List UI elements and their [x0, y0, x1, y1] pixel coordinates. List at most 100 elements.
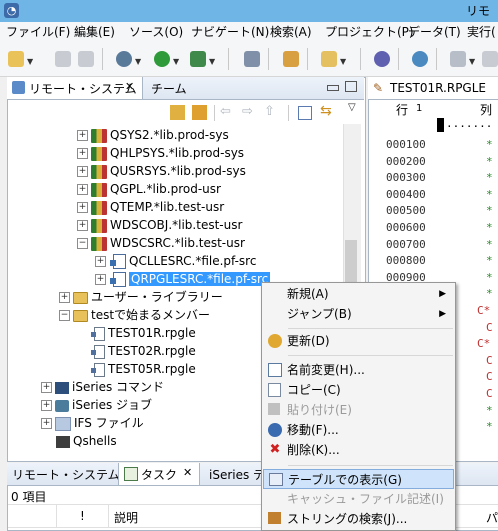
menu-file[interactable]: ファイル(F) — [6, 24, 70, 40]
sync-icon[interactable] — [192, 105, 207, 120]
chevron-down-icon[interactable]: ▼ — [340, 57, 346, 66]
pen-icon[interactable] — [283, 51, 299, 67]
expand-icon[interactable]: + — [77, 148, 88, 159]
menu-item-search-string[interactable]: ストリングの検索(J)... — [263, 509, 454, 529]
task-icon[interactable] — [244, 51, 260, 67]
tree-item[interactable]: + QTEMP.*lib.test-usr — [77, 198, 224, 216]
menu-item-cache-file-description[interactable]: キャッシュ・ファイル記述(I) — [263, 489, 454, 509]
chevron-down-icon[interactable]: ▼ — [469, 57, 475, 66]
menu-search[interactable]: 検索(A) — [270, 24, 312, 40]
close-icon[interactable]: ✕ — [183, 466, 192, 479]
menu-item-jump[interactable]: ジャンプ(B) ▶ — [263, 304, 454, 324]
menu-item-show-in-table[interactable]: テーブルでの表示(G) — [263, 469, 454, 489]
menu-item-delete[interactable]: ✖ 削除(K)... — [263, 440, 454, 460]
run-icon[interactable] — [154, 51, 170, 67]
tree-item-label: iSeries コマンド — [72, 380, 165, 394]
open-folder-icon[interactable] — [321, 51, 337, 67]
tree-item[interactable]: + QCLLESRC.*file.pf-src — [95, 252, 256, 270]
tab-remote-systems[interactable]: リモート・システム ✕ — [7, 77, 143, 99]
menu-navigate[interactable]: ナビゲート(N) — [191, 24, 269, 40]
up-icon[interactable]: ⇧ — [264, 104, 275, 119]
save-icon[interactable] — [55, 51, 71, 67]
expand-icon[interactable]: + — [77, 130, 88, 141]
menu-item-copy[interactable]: コピー(C) — [263, 380, 454, 400]
column-priority[interactable]: ! — [80, 509, 85, 523]
tree-item[interactable]: Qshells — [53, 432, 117, 450]
menu-item-label: テーブルでの表示(G) — [288, 473, 402, 487]
expand-icon[interactable]: + — [77, 202, 88, 213]
collapse-all-icon[interactable] — [298, 106, 312, 120]
forward-icon[interactable]: ⇨ — [242, 104, 253, 119]
print-icon[interactable] — [78, 51, 94, 67]
tree-item[interactable]: + QSYS2.*lib.prod-sys — [77, 126, 229, 144]
chevron-down-icon[interactable]: ▼ — [135, 57, 141, 66]
tree-item[interactable]: + iSeries コマンド — [41, 378, 164, 396]
expand-icon[interactable]: + — [41, 400, 52, 411]
menu-item-move[interactable]: 移動(F)... — [263, 420, 454, 440]
view-menu-icon[interactable]: ▽ — [348, 102, 356, 113]
tree-item[interactable]: − testで始まるメンバー — [59, 306, 210, 324]
menu-source[interactable]: ソース(O) — [129, 24, 183, 40]
expand-icon[interactable]: + — [59, 292, 70, 303]
line-marker: * — [486, 420, 493, 434]
menu-edit[interactable]: 編集(E) — [74, 24, 115, 40]
collapse-icon[interactable]: − — [77, 238, 88, 249]
toolbar-separator — [228, 48, 229, 70]
tree-item-label: QHLPSYS.*lib.prod-sys — [110, 146, 245, 160]
tree-item[interactable]: + ユーザー・ライブラリー — [59, 288, 223, 306]
menu-item-rename[interactable]: 名前変更(H)... — [263, 360, 454, 380]
minimize-icon[interactable] — [327, 85, 339, 91]
menu-item-refresh[interactable]: 更新(D) — [263, 331, 454, 351]
external-tools-icon[interactable] — [190, 51, 206, 67]
menu-data[interactable]: データ(T) — [408, 24, 461, 40]
debug-icon[interactable] — [116, 51, 132, 67]
menu-project[interactable]: プロジェクト(P) — [325, 24, 414, 40]
tree-item[interactable]: TEST05R.rpgle — [90, 360, 196, 378]
annotation-icon[interactable] — [450, 51, 466, 67]
tree-item[interactable]: + QGPL.*lib.prod-usr — [77, 180, 221, 198]
link-with-editor-icon[interactable]: ⇆ — [320, 103, 332, 119]
refresh-icon[interactable] — [170, 105, 185, 120]
new-icon[interactable] — [8, 51, 24, 67]
tree-item[interactable]: + WDSCOBJ.*lib.test-usr — [77, 216, 242, 234]
back-icon[interactable]: ⇦ — [220, 104, 231, 119]
tab-iseries-table[interactable]: iSeries テ — [209, 466, 265, 483]
collapse-icon[interactable]: − — [59, 310, 70, 321]
paste-icon — [268, 403, 280, 415]
tree-item[interactable]: + QUSRSYS.*lib.prod-sys — [77, 162, 246, 180]
tree-item[interactable]: TEST02R.rpgle — [90, 342, 196, 360]
library-icon — [91, 146, 107, 161]
expand-icon[interactable]: + — [41, 418, 52, 429]
menu-item-new[interactable]: 新規(A) ▶ — [263, 284, 454, 304]
chevron-down-icon[interactable]: ▼ — [173, 57, 179, 66]
expand-icon[interactable]: + — [77, 184, 88, 195]
line-marker: * — [486, 254, 493, 268]
tree-item[interactable]: − WDSCSRC.*lib.test-usr — [77, 234, 245, 252]
chevron-down-icon[interactable]: ▼ — [27, 57, 33, 66]
chevron-down-icon[interactable]: ▼ — [209, 57, 215, 66]
expand-icon[interactable]: + — [77, 166, 88, 177]
perspective-icon[interactable] — [374, 51, 390, 67]
tree-item[interactable]: TEST01R.rpgle — [90, 324, 196, 342]
menu-run[interactable]: 実行( — [467, 24, 496, 40]
close-icon[interactable]: ✕ — [125, 80, 134, 93]
tree-item[interactable]: + iSeries ジョブ — [41, 396, 152, 414]
tree-item[interactable]: + IFS ファイル — [41, 414, 144, 432]
tree-item[interactable]: + QHLPSYS.*lib.prod-sys — [77, 144, 244, 162]
column-description[interactable]: 説明 — [114, 509, 138, 526]
expand-icon[interactable]: + — [95, 256, 106, 267]
menu-item-paste[interactable]: 貼り付け(E) — [263, 400, 454, 420]
member-icon — [91, 344, 105, 359]
expand-icon[interactable]: + — [77, 220, 88, 231]
globe-icon[interactable] — [412, 51, 428, 67]
expand-icon[interactable]: + — [95, 274, 106, 285]
next-annotation-icon[interactable] — [482, 51, 498, 67]
maximize-icon[interactable] — [345, 81, 357, 92]
tree-item-selected[interactable]: + QRPGLESRC.*file.pf-src — [95, 270, 271, 288]
tab-tasks[interactable]: タスク ✕ — [118, 463, 200, 485]
expand-icon[interactable]: + — [41, 382, 52, 393]
tab-team[interactable]: チーム — [151, 80, 187, 97]
column-path[interactable]: パ — [486, 509, 498, 526]
item-count: 0 項目 — [11, 490, 47, 504]
editor-tab[interactable]: ✎ TEST01R.RPGLE — [368, 77, 498, 100]
